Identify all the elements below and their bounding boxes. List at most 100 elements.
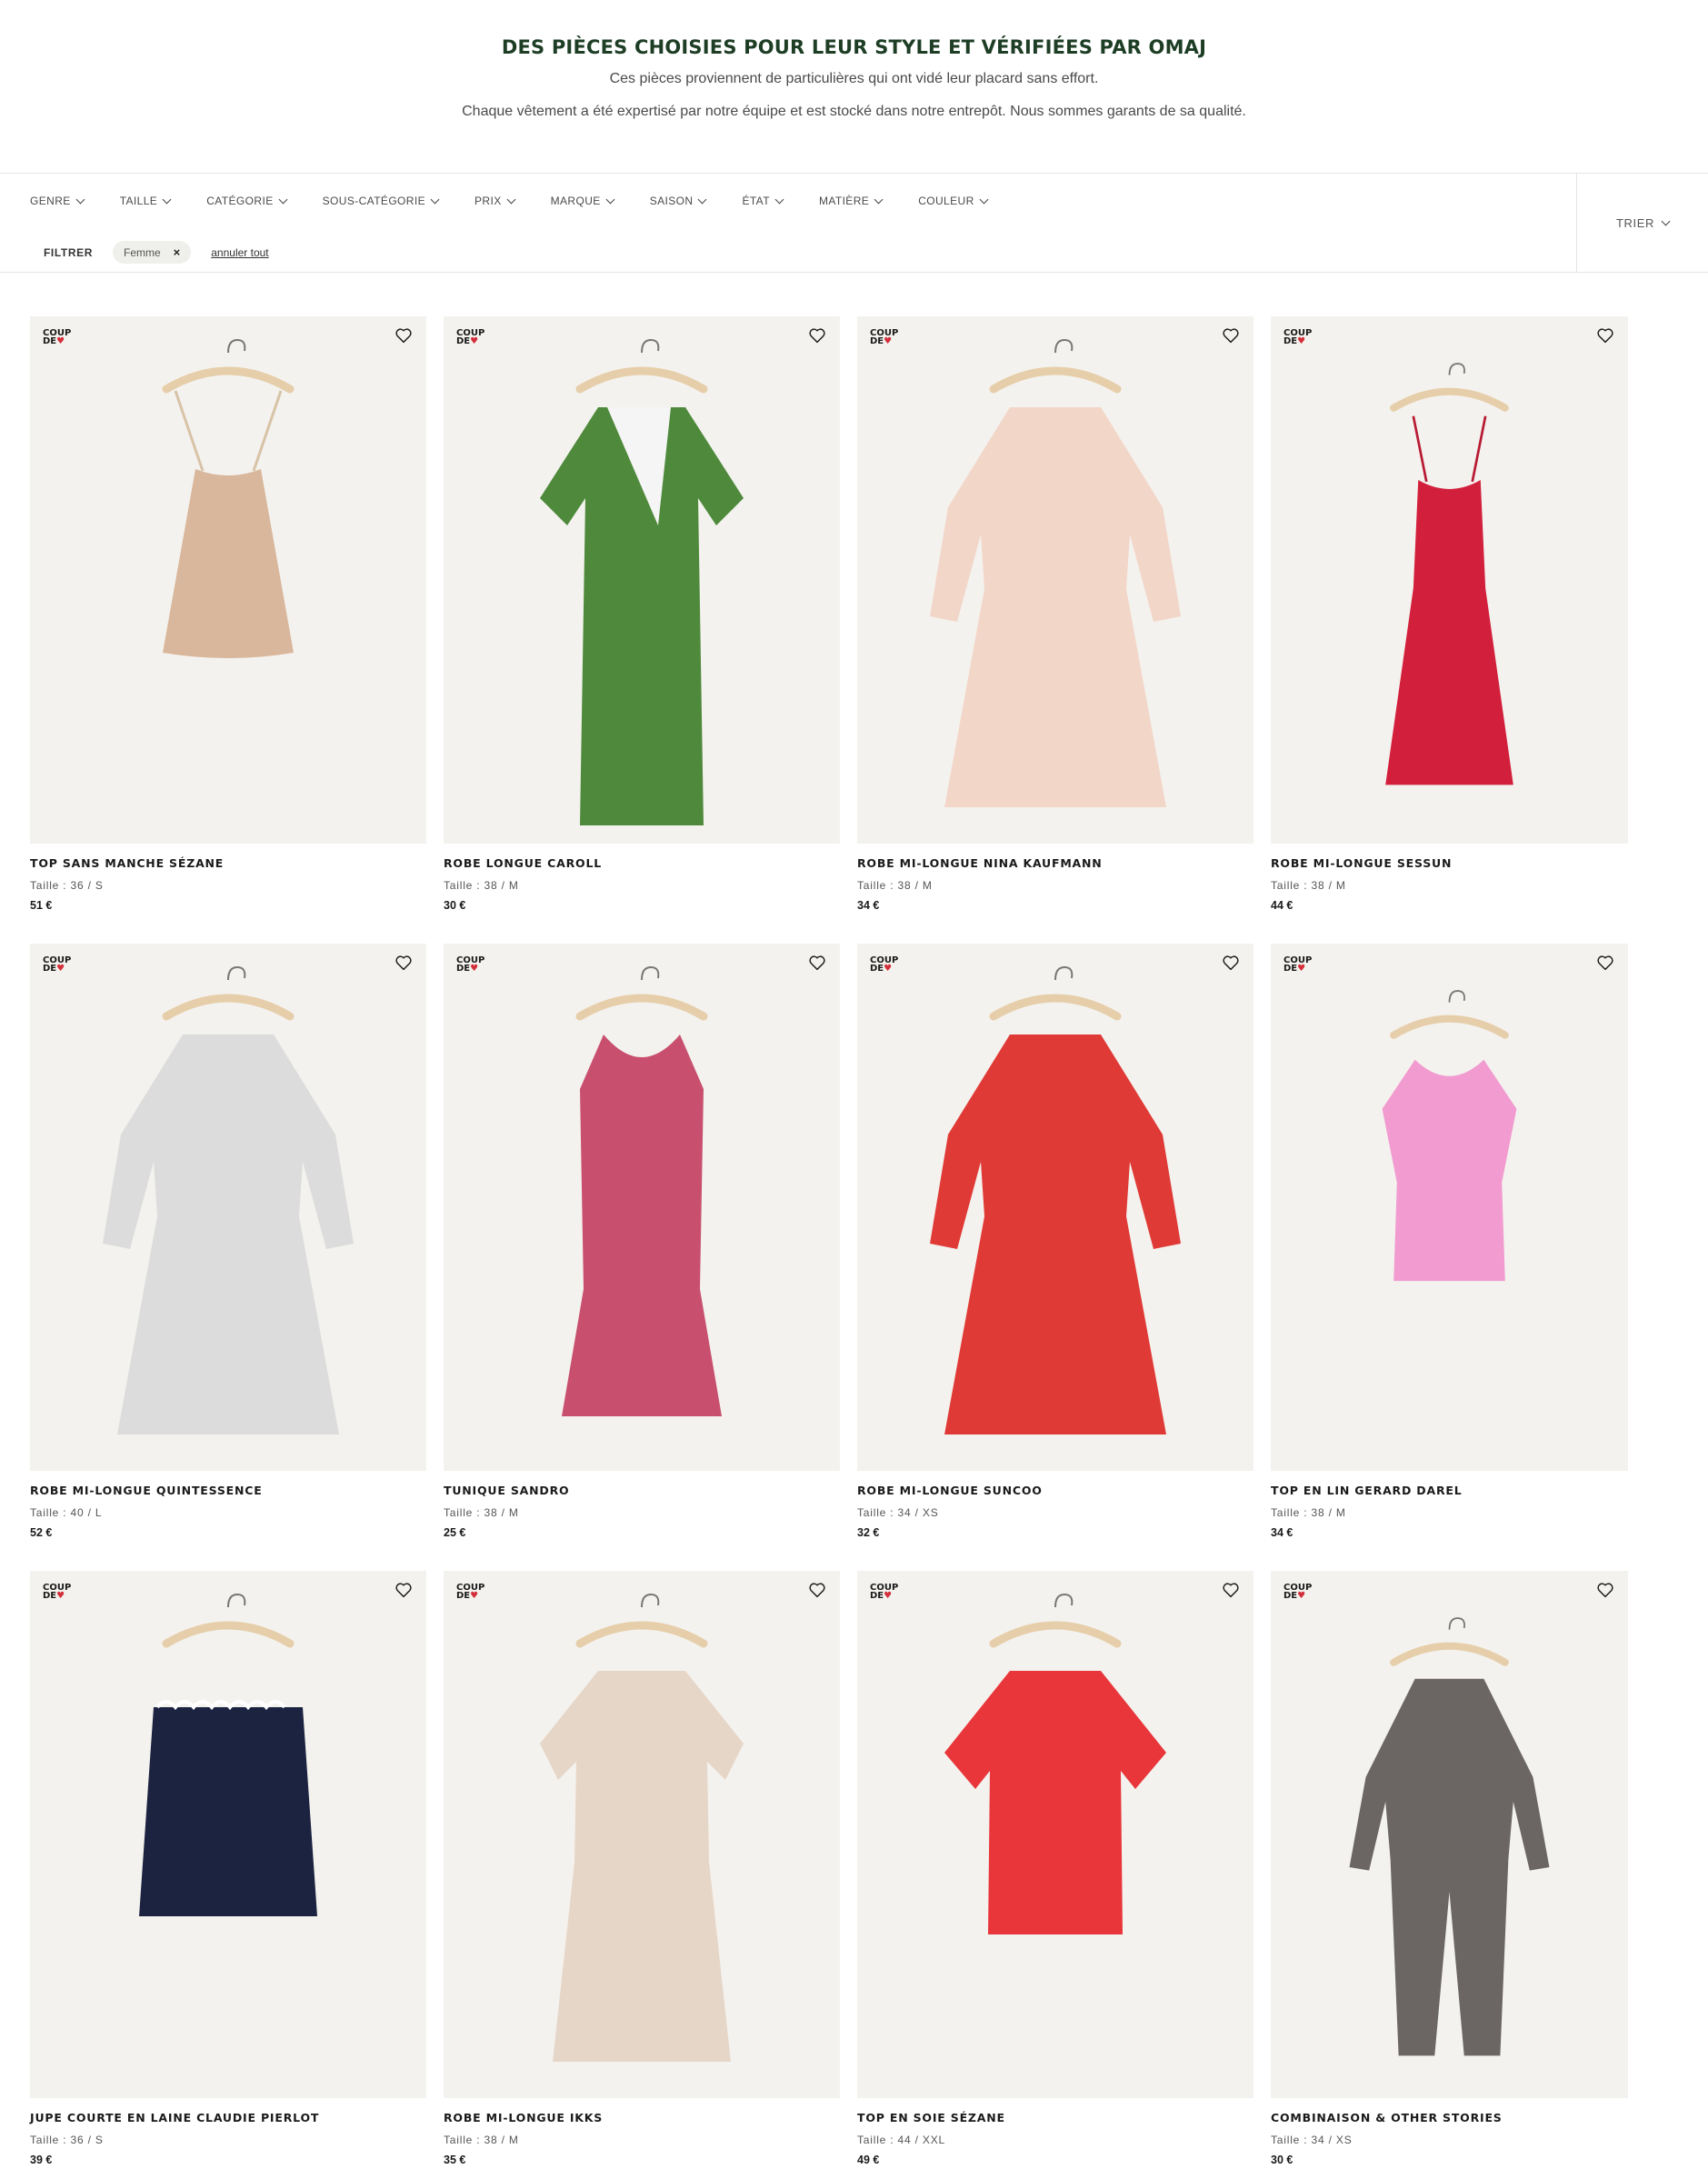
product-card[interactable]: COUP DE♥ ROBE MI-LONGUE SESSUN Taille : 38 … (1271, 316, 1628, 944)
favorite-heart-icon[interactable] (1221, 1580, 1241, 1600)
favorite-heart-icon[interactable] (1221, 325, 1241, 345)
filter-saison[interactable]: SAISON (649, 195, 707, 207)
badge-line-2-text: DE (870, 964, 884, 974)
filter-label: SAISON (649, 195, 694, 207)
sort-label: TRIER (1616, 215, 1654, 230)
product-title[interactable]: TOP EN LIN GERARD DAREL (1271, 1484, 1628, 1497)
garment-photo (103, 965, 354, 1434)
clear-all-filters-link[interactable]: annuler tout (211, 246, 268, 259)
product-title[interactable]: TOP EN SOIE SÉZANE (857, 2111, 1254, 2124)
product-title[interactable]: ROBE MI-LONGUE IKKS (444, 2111, 840, 2124)
product-size: Taille : 38 / M (1271, 1506, 1346, 1519)
product-image[interactable]: COUP DE♥ (30, 944, 426, 1471)
product-card[interactable]: COUP DE♥ ROBE MI-LONGUE IKKS Taille : 38 / … (444, 1571, 840, 2179)
product-price: 32 € (857, 1526, 880, 1539)
product-image[interactable]: COUP DE♥ (857, 944, 1254, 1471)
filter-prix[interactable]: PRIX (474, 195, 516, 207)
product-card[interactable]: COUP DE♥ TOP EN SOIE SÉZANE Taille : 44 / X… (857, 1571, 1254, 2179)
page-title: DES PIÈCES CHOISIES POUR LEUR STYLE ET V… (501, 36, 1207, 58)
coup-de-coeur-badge: COUP DE♥ (870, 329, 898, 346)
product-price: 49 € (857, 2154, 880, 2166)
product-card[interactable]: COUP DE♥ TOP SANS MANCHE SÉZANE Taille : 36… (30, 316, 426, 944)
coup-de-coeur-badge: COUP DE♥ (456, 1584, 484, 1601)
chevron-down-icon (874, 195, 884, 204)
badge-line-2: DE♥ (43, 965, 71, 974)
coup-de-coeur-badge: COUP DE♥ (1283, 956, 1312, 974)
filter-matiere[interactable]: MATIÈRE (819, 195, 884, 207)
heart-icon: ♥ (884, 336, 893, 346)
favorite-heart-icon[interactable] (394, 325, 414, 345)
intro-text-line-1: Ces pièces proviennent de particulières … (609, 71, 1099, 86)
sort-dropdown[interactable]: TRIER (1576, 174, 1708, 272)
product-title[interactable]: JUPE COURTE EN LAINE CLAUDIE PIERLOT (30, 2111, 426, 2124)
product-image[interactable]: COUP DE♥ (1271, 1571, 1628, 2098)
product-price: 30 € (444, 899, 466, 912)
favorite-heart-icon[interactable] (1595, 1580, 1615, 1600)
product-title[interactable]: ROBE MI-LONGUE QUINTESSENCE (30, 1484, 426, 1497)
filter-genre[interactable]: GENRE (30, 195, 85, 207)
favorite-heart-icon[interactable] (807, 1580, 827, 1600)
product-card[interactable]: COUP DE♥ ROBE MI-LONGUE SUNCOO Taille : 34 … (857, 944, 1254, 1571)
product-grid: COUP DE♥ TOP SANS MANCHE SÉZANE Taille : 36… (30, 316, 1628, 2179)
product-image[interactable]: COUP DE♥ (1271, 316, 1628, 844)
filter-marque[interactable]: MARQUE (551, 195, 615, 207)
product-price: 44 € (1271, 899, 1293, 912)
heart-icon: ♥ (56, 1591, 65, 1601)
badge-line-2: DE♥ (456, 1592, 484, 1601)
product-image[interactable]: COUP DE♥ (30, 1571, 426, 2098)
badge-line-2: DE♥ (870, 964, 898, 974)
badge-line-2-text: DE (1283, 1591, 1298, 1601)
filter-etat[interactable]: ÉTAT (742, 195, 784, 207)
product-title[interactable]: ROBE MI-LONGUE NINA KAUFMANN (857, 856, 1254, 870)
coup-de-coeur-badge: COUP DE♥ (1283, 329, 1312, 346)
heart-icon: ♥ (884, 964, 893, 974)
product-title[interactable]: TUNIQUE SANDRO (444, 1484, 840, 1497)
badge-line-2-text: DE (1283, 964, 1298, 974)
filter-couleur[interactable]: COULEUR (918, 195, 989, 207)
favorite-heart-icon[interactable] (394, 953, 414, 973)
filter-list: GENRE TAILLE CATÉGORIE SOUS-CATÉGORIE PR… (30, 195, 1024, 207)
chevron-down-icon (75, 195, 85, 204)
product-image[interactable]: COUP DE♥ (30, 316, 426, 844)
filter-categorie[interactable]: CATÉGORIE (206, 195, 288, 207)
product-image[interactable]: COUP DE♥ (444, 316, 840, 844)
product-card[interactable]: COUP DE♥ ROBE LONGUE CAROLL Taille : 38 / M… (444, 316, 840, 944)
product-card[interactable]: COUP DE♥ ROBE MI-LONGUE QUINTESSENCE Taille… (30, 944, 426, 1571)
favorite-heart-icon[interactable] (1221, 953, 1241, 973)
coup-de-coeur-badge: COUP DE♥ (870, 956, 898, 974)
product-size: Taille : 38 / M (857, 879, 933, 892)
garment-photo (930, 965, 1181, 1434)
favorite-heart-icon[interactable] (1595, 325, 1615, 345)
favorite-heart-icon[interactable] (394, 1580, 414, 1600)
product-title[interactable]: TOP SANS MANCHE SÉZANE (30, 856, 426, 870)
product-image[interactable]: COUP DE♥ (857, 316, 1254, 844)
heart-icon: ♥ (1297, 336, 1306, 346)
product-image[interactable]: COUP DE♥ (1271, 944, 1628, 1471)
favorite-heart-icon[interactable] (807, 325, 827, 345)
coup-de-coeur-badge: COUP DE♥ (870, 1584, 898, 1601)
filter-label: PRIX (474, 195, 502, 207)
heart-icon: ♥ (1297, 964, 1306, 974)
remove-chip-icon[interactable]: × (174, 245, 181, 259)
heart-icon: ♥ (470, 336, 479, 346)
favorite-heart-icon[interactable] (807, 953, 827, 973)
product-card[interactable]: COUP DE♥ COMBINAISON & OTHER STORIES Taille… (1271, 1571, 1628, 2179)
heart-icon: ♥ (56, 336, 65, 346)
product-title[interactable]: COMBINAISON & OTHER STORIES (1271, 2111, 1628, 2124)
product-price: 39 € (30, 2154, 53, 2166)
product-image[interactable]: COUP DE♥ (444, 1571, 840, 2098)
product-title[interactable]: ROBE LONGUE CAROLL (444, 856, 840, 870)
product-title[interactable]: ROBE MI-LONGUE SESSUN (1271, 856, 1628, 870)
favorite-heart-icon[interactable] (1595, 953, 1615, 973)
product-card[interactable]: COUP DE♥ TOP EN LIN GERARD DAREL Taille : 3… (1271, 944, 1628, 1571)
product-card[interactable]: COUP DE♥ TUNIQUE SANDRO Taille : 38 / M 25 € (444, 944, 840, 1571)
product-card[interactable]: COUP DE♥ ROBE MI-LONGUE NINA KAUFMANN Taill… (857, 316, 1254, 944)
product-title[interactable]: ROBE MI-LONGUE SUNCOO (857, 1484, 1254, 1497)
product-image[interactable]: COUP DE♥ (857, 1571, 1254, 2098)
product-card[interactable]: COUP DE♥ JUPE COURTE EN LAINE CLAUDIE PIER… (30, 1571, 426, 2179)
chevron-down-icon (979, 195, 989, 204)
filter-chip-femme: Femme × (112, 241, 192, 264)
filter-sous-categorie[interactable]: SOUS-CATÉGORIE (323, 195, 440, 207)
product-image[interactable]: COUP DE♥ (444, 944, 840, 1471)
filter-taille[interactable]: TAILLE (120, 195, 172, 207)
